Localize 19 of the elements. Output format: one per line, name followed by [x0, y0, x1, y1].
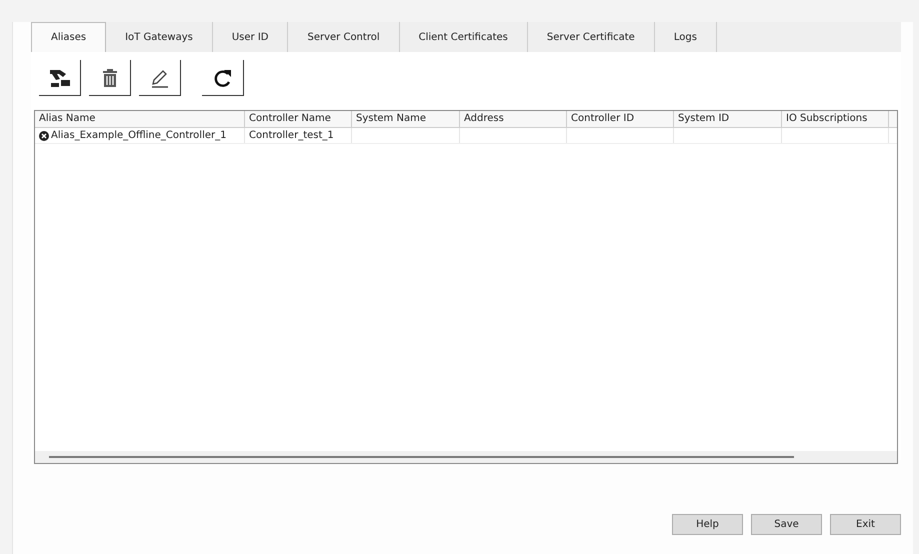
- column-header[interactable]: Alias Name: [35, 111, 245, 127]
- column-header[interactable]: Address: [460, 111, 567, 127]
- column-header[interactable]: System ID: [674, 111, 782, 127]
- dialog-button[interactable]: Exit: [830, 514, 901, 535]
- column-header[interactable]: Controller Name: [245, 111, 352, 127]
- dialog-button[interactable]: Help: [672, 514, 743, 535]
- column-header[interactable]: Controller ID: [567, 111, 674, 127]
- column-header[interactable]: IO Subscriptions: [782, 111, 889, 127]
- tab[interactable]: Aliases: [31, 22, 106, 52]
- pencil-icon: [150, 68, 170, 88]
- horizontal-scrollbar[interactable]: [35, 451, 897, 463]
- error-icon: [39, 130, 49, 140]
- table-cell-text: Controller_test_1: [249, 128, 334, 142]
- dialog-button[interactable]: Save: [751, 514, 822, 535]
- trash-icon: [102, 68, 116, 88]
- robot-icon: [48, 68, 70, 88]
- column-header[interactable]: System Name: [352, 111, 460, 127]
- table-cell-text: Alias_Example_Offline_Controller_1: [51, 128, 226, 142]
- refresh-icon: [212, 68, 232, 88]
